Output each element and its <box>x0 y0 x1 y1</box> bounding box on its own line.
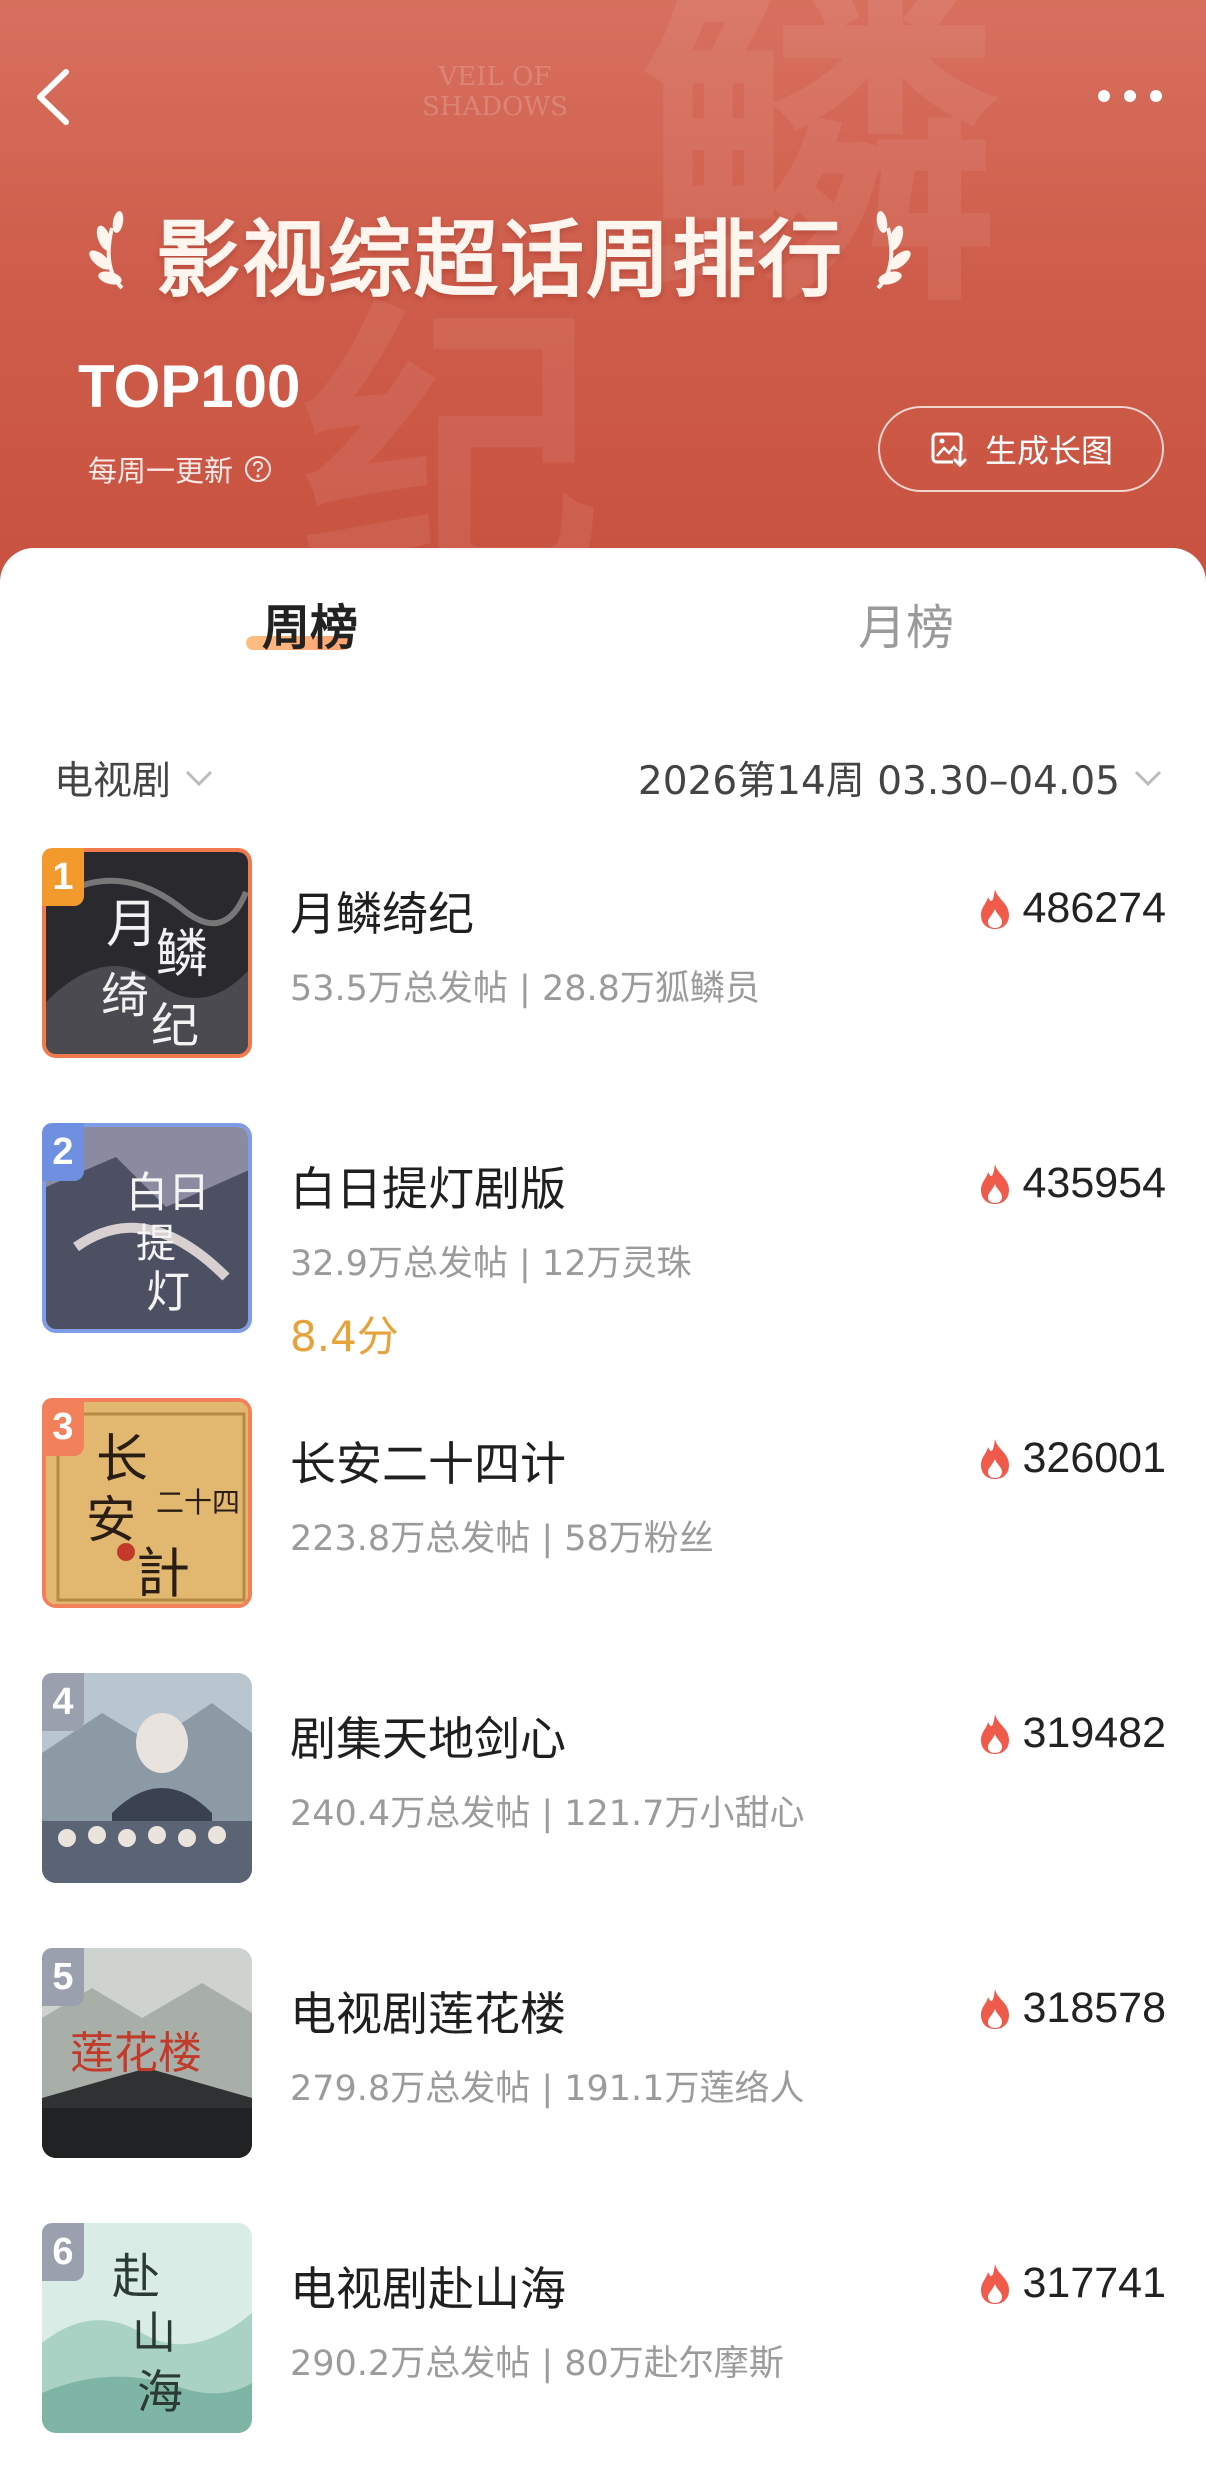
show-stats: 32.9万总发帖 | 12万灵珠 <box>290 1244 692 1284</box>
laurel-right-icon <box>876 211 911 290</box>
show-title: 白日提灯剧版 <box>290 1162 566 1216</box>
tab-weekly[interactable]: 周榜 <box>230 588 390 668</box>
heat-value: 486274 <box>975 884 1167 933</box>
show-stats: 53.5万总发帖 | 28.8万狐鳞员 <box>290 969 760 1009</box>
show-title: 长安二十四计 <box>290 1437 566 1491</box>
top100-label: TOP100 <box>78 353 301 420</box>
more-dots-icon <box>1098 90 1162 102</box>
header-banner: 鳞 纪 VEIL OF SHADOWS 影视综超话周排行 TOP100 每周一更… <box>0 0 1206 600</box>
tab-weekly-label: 周榜 <box>261 600 358 656</box>
more-button[interactable] <box>1090 76 1170 116</box>
svg-text:海: 海 <box>137 2365 183 2419</box>
list-item[interactable]: 莲花楼 5 电视剧莲花楼 279.8万总发帖 | 191.1万莲络人 31857… <box>0 1948 1206 2158</box>
heat-number: 435954 <box>1022 1159 1167 1207</box>
image-download-icon <box>931 432 967 468</box>
heat-number: 486274 <box>1022 884 1167 932</box>
category-dropdown[interactable]: 电视剧 <box>54 750 217 806</box>
update-note-text: 每周一更新 <box>88 454 234 488</box>
list-item[interactable]: 长 安 二十四 計 3 长安二十四计 223.8万总发帖 | 58万粉丝 326… <box>0 1398 1206 1608</box>
chevron-down-icon <box>1134 770 1162 787</box>
flame-icon <box>980 1163 1009 1204</box>
svg-text:鳞: 鳞 <box>156 925 208 985</box>
heat-number: 317741 <box>1022 2259 1167 2307</box>
show-title: 剧集天地剑心 <box>290 1712 566 1766</box>
list-item[interactable]: 月 鳞 绮 纪 1 月鳞绮纪 53.5万总发帖 | 28.8万狐鳞员 48627… <box>0 848 1206 1058</box>
heat-value: 435954 <box>975 1159 1167 1208</box>
flame-icon <box>980 1713 1009 1754</box>
title-row: 影视综超话周排行 <box>60 198 940 309</box>
svg-text:月: 月 <box>106 895 158 955</box>
svg-text:赴: 赴 <box>112 2249 160 2305</box>
ranking-card: 周榜 月榜 电视剧 2026第14周 03.30–04.05 月 鳞 绮 纪 1… <box>0 548 1206 2467</box>
flame-icon <box>980 1988 1009 2029</box>
update-note: 每周一更新 <box>88 448 273 490</box>
rank-badge: 6 <box>42 2223 84 2281</box>
chevron-down-icon <box>185 770 213 787</box>
svg-text:山: 山 <box>132 2308 176 2359</box>
rank-badge: 2 <box>42 1123 84 1181</box>
period-dropdown[interactable]: 2026第14周 03.30–04.05 <box>638 750 1166 806</box>
period-value: 2026第14周 03.30–04.05 <box>637 759 1120 804</box>
banner-watermark: VEIL OF SHADOWS <box>422 62 568 122</box>
show-stats: 240.4万总发帖 | 121.7万小甜心 <box>290 1794 805 1834</box>
show-score: 8.4分 <box>290 1312 399 1361</box>
rank-badge: 5 <box>42 1948 84 2006</box>
heat-value: 326001 <box>975 1434 1167 1483</box>
chevron-left-icon <box>37 69 69 125</box>
rank-badge: 1 <box>42 848 84 906</box>
rank-badge: 4 <box>42 1673 84 1731</box>
flame-icon <box>980 888 1009 929</box>
heat-number: 318578 <box>1022 1984 1167 2032</box>
show-title: 电视剧莲花楼 <box>290 1987 566 2041</box>
svg-text:二十四: 二十四 <box>156 1486 240 1519</box>
svg-text:绮: 绮 <box>101 968 149 1024</box>
svg-text:白日: 白日 <box>126 1168 210 1217</box>
heat-value: 318578 <box>975 1984 1167 2033</box>
svg-text:提: 提 <box>136 1221 176 1267</box>
svg-text:灯: 灯 <box>146 1267 190 1318</box>
list-item[interactable]: 白日 提 灯 2 白日提灯剧版 32.9万总发帖 | 12万灵珠 8.4分 43… <box>0 1123 1206 1361</box>
tab-monthly-label: 月榜 <box>857 600 954 656</box>
show-title: 电视剧赴山海 <box>290 2262 566 2316</box>
show-stats: 223.8万总发帖 | 58万粉丝 <box>290 1519 714 1559</box>
rank-badge: 3 <box>42 1398 84 1456</box>
tab-monthly[interactable]: 月榜 <box>826 588 986 668</box>
show-stats: 279.8万总发帖 | 191.1万莲络人 <box>290 2069 805 2109</box>
svg-text:莲花楼: 莲花楼 <box>70 2028 202 2079</box>
list-item[interactable]: 4 剧集天地剑心 240.4万总发帖 | 121.7万小甜心 319482 <box>0 1673 1206 1883</box>
heat-number: 326001 <box>1022 1434 1167 1482</box>
page-title: 影视综超话周排行 <box>155 210 844 309</box>
list-item[interactable]: 赴 山 海 6 电视剧赴山海 290.2万总发帖 | 80万赴尔摩斯 31774… <box>0 2223 1206 2433</box>
show-stats: 290.2万总发帖 | 80万赴尔摩斯 <box>290 2344 784 2384</box>
svg-text:安: 安 <box>86 1491 136 1549</box>
flame-icon <box>980 2263 1009 2304</box>
laurel-left-icon <box>89 211 124 290</box>
back-button[interactable] <box>28 62 80 132</box>
generate-button-label: 生成长图 <box>984 432 1113 470</box>
help-icon[interactable] <box>243 454 273 484</box>
svg-text:纪: 纪 <box>151 998 199 1054</box>
category-value: 电视剧 <box>54 759 172 804</box>
svg-text:計: 計 <box>136 1542 190 1605</box>
flame-icon <box>980 1438 1009 1479</box>
heat-value: 317741 <box>975 2259 1167 2308</box>
heat-value: 319482 <box>975 1709 1167 1758</box>
show-title: 月鳞绮纪 <box>290 887 474 941</box>
generate-long-image-button[interactable]: 生成长图 <box>878 406 1164 492</box>
svg-text:长: 长 <box>96 1430 148 1490</box>
heat-number: 319482 <box>1022 1709 1167 1757</box>
